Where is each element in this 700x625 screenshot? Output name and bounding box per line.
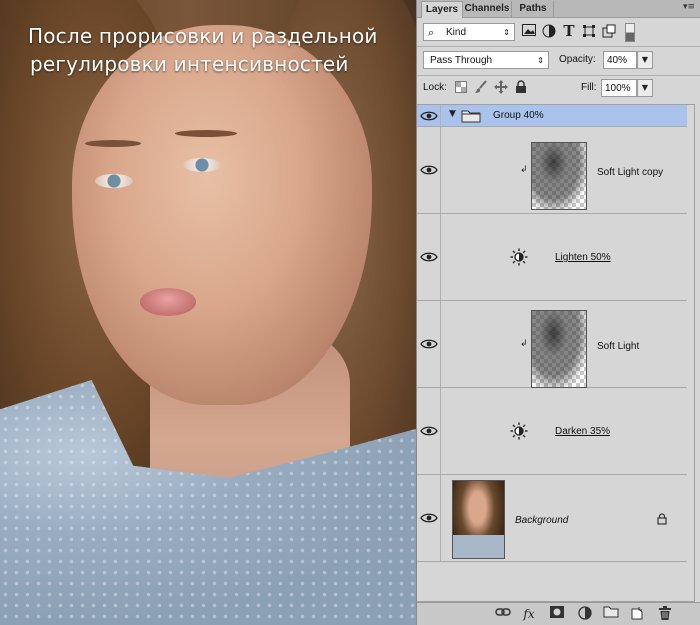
- eye-icon: [420, 339, 438, 349]
- chevron-updown-icon: ⇕: [503, 28, 510, 37]
- clipping-arrow-icon: ↲: [520, 165, 528, 175]
- right-brow: [175, 130, 237, 137]
- kind-filter-label: Kind: [446, 27, 467, 38]
- eye-icon: [420, 426, 438, 436]
- clipping-arrow-icon: ↲: [520, 339, 528, 349]
- layer-name: Soft Light copy: [597, 167, 664, 178]
- lock-label: Lock:: [423, 82, 447, 93]
- blend-mode-select[interactable]: Pass Through ⇕: [423, 51, 549, 69]
- filter-shape-icon[interactable]: [581, 24, 597, 40]
- visibility-toggle[interactable]: [417, 105, 441, 126]
- layer-name: Background: [515, 515, 569, 526]
- lock-position-move-icon[interactable]: [493, 80, 509, 96]
- filter-row: ⌕ Kind ⇕ T: [417, 22, 700, 44]
- filter-smart-object-icon[interactable]: [601, 24, 617, 40]
- eye-icon: [420, 252, 438, 262]
- opacity-label: Opacity:: [559, 54, 596, 65]
- layer-name: Darken 35%: [555, 426, 611, 437]
- layer-name: Lighten 50%: [555, 252, 611, 263]
- scrollbar[interactable]: [695, 104, 700, 602]
- layer-row-group[interactable]: ▼ Group 40%: [417, 105, 687, 127]
- left-brow: [85, 140, 141, 147]
- filter-pixel-icon[interactable]: [521, 24, 537, 40]
- new-group-folder-icon[interactable]: [603, 606, 619, 622]
- layer-name: Soft Light: [597, 341, 640, 352]
- eye-icon: [420, 111, 438, 121]
- blend-row: Pass Through ⇕ Opacity: 40% ▼: [417, 50, 700, 72]
- opacity-dropdown-button[interactable]: ▼: [637, 51, 653, 69]
- layer-name: Group 40%: [493, 110, 544, 121]
- brightness-adjustment-icon: [510, 248, 528, 266]
- layer-row-lighten[interactable]: Lighten 50%: [417, 214, 687, 301]
- caption-line-1: После прорисовки и раздельной: [28, 24, 378, 48]
- fill-label: Fill:: [581, 82, 597, 93]
- eye-icon: [420, 513, 438, 523]
- lock-all-icon[interactable]: [513, 80, 529, 96]
- tab-paths[interactable]: Paths: [513, 1, 554, 17]
- divider: [417, 75, 700, 76]
- panel-menu-icon[interactable]: ▾≡: [683, 2, 695, 12]
- new-layer-icon[interactable]: [629, 606, 645, 622]
- layer-row-darken[interactable]: Darken 35%: [417, 388, 687, 475]
- filter-toggle[interactable]: [625, 23, 635, 42]
- eye-icon: [420, 165, 438, 175]
- fill-dropdown-button[interactable]: ▼: [637, 79, 653, 97]
- lips: [140, 288, 196, 316]
- kind-filter-select[interactable]: ⌕ Kind ⇕: [423, 23, 515, 41]
- layer-style-fx-icon[interactable]: fx: [521, 606, 537, 622]
- divider: [417, 46, 700, 47]
- visibility-toggle[interactable]: [417, 388, 441, 474]
- filter-adjustment-icon[interactable]: [541, 24, 557, 40]
- right-eye: [183, 158, 221, 172]
- search-icon: ⌕: [428, 27, 435, 39]
- brightness-adjustment-icon: [510, 422, 528, 440]
- visibility-toggle[interactable]: [417, 127, 441, 213]
- visibility-toggle[interactable]: [417, 214, 441, 300]
- layer-row-soft-light-copy[interactable]: ↲ Soft Light copy: [417, 127, 687, 214]
- delete-layer-trash-icon[interactable]: [657, 606, 673, 622]
- visibility-toggle[interactable]: [417, 475, 441, 561]
- face: [72, 25, 372, 405]
- tab-channels[interactable]: Channels: [463, 1, 512, 17]
- layers-list: ▼ Group 40% ↲ Soft Light copy Lighten 50…: [417, 104, 695, 602]
- filter-type-icon[interactable]: T: [561, 23, 577, 39]
- panel-tabs: Layers Channels Paths ▾≡: [417, 0, 700, 18]
- layers-panel: Layers Channels Paths ▾≡ ⌕ Kind ⇕ T Pass…: [416, 0, 700, 625]
- tab-layers[interactable]: Layers: [421, 1, 463, 18]
- folder-icon: [461, 110, 481, 123]
- layers-bottom-toolbar: fx: [417, 602, 700, 625]
- lock-pixels-brush-icon[interactable]: [473, 80, 489, 96]
- layer-thumbnail[interactable]: [531, 310, 587, 388]
- add-mask-icon[interactable]: [549, 606, 565, 622]
- opacity-input[interactable]: 40%: [603, 51, 637, 69]
- photo-canvas: После прорисовки и раздельной регулировк…: [0, 0, 416, 625]
- fill-input[interactable]: 100%: [601, 79, 637, 97]
- lock-transparent-icon[interactable]: [453, 81, 469, 97]
- layer-row-background[interactable]: Background: [417, 475, 687, 562]
- background-thumbnail[interactable]: [452, 480, 505, 559]
- lock-row: Lock: Fill: 100% ▼: [417, 78, 700, 100]
- caption-line-2: регулировки интенсивностей: [30, 52, 349, 76]
- new-adjustment-layer-icon[interactable]: [577, 606, 593, 622]
- chevron-updown-icon: ⇕: [537, 56, 544, 65]
- layer-row-soft-light[interactable]: ↲ Soft Light: [417, 301, 687, 388]
- blend-mode-value: Pass Through: [430, 55, 493, 66]
- caption: После прорисовки и раздельной регулировк…: [28, 22, 378, 78]
- lock-icon: [657, 513, 667, 525]
- layer-thumbnail[interactable]: [531, 142, 587, 210]
- disclosure-triangle-icon[interactable]: ▼: [449, 109, 456, 119]
- left-eye: [95, 174, 133, 188]
- link-layers-icon[interactable]: [495, 606, 511, 622]
- visibility-toggle[interactable]: [417, 301, 441, 387]
